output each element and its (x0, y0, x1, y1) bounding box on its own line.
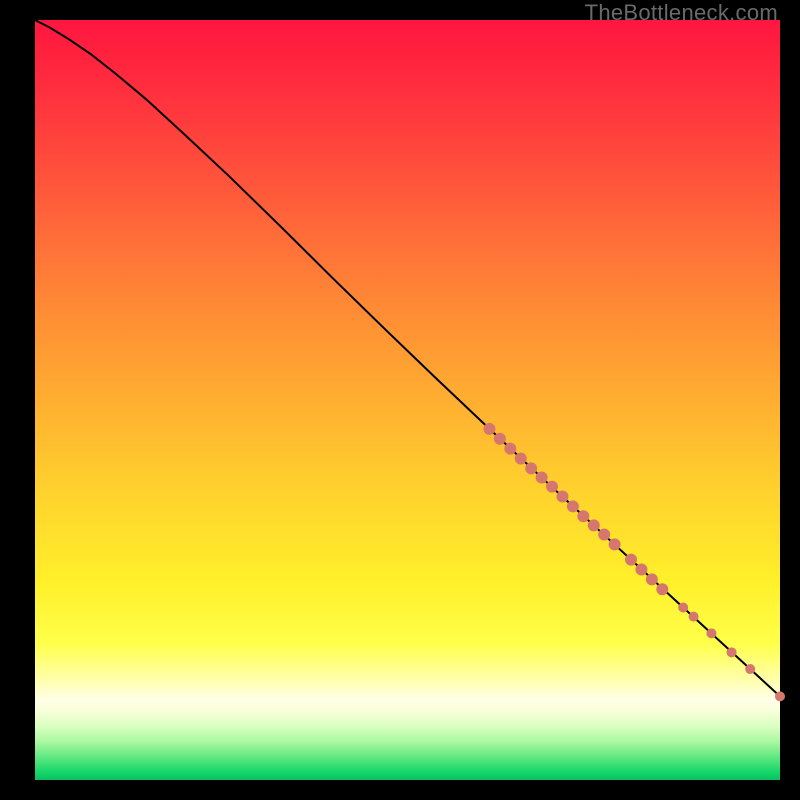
data-point (689, 612, 699, 622)
data-point (525, 462, 537, 474)
data-point (546, 481, 558, 493)
data-point (504, 443, 516, 455)
data-point (656, 583, 668, 595)
chart-svg (35, 20, 780, 780)
chart-stage: TheBottleneck.com (0, 0, 800, 800)
data-point (678, 602, 688, 612)
data-point (567, 500, 579, 512)
data-point (598, 529, 610, 541)
data-point (577, 510, 589, 522)
data-point (588, 519, 600, 531)
plot-area (35, 20, 780, 780)
data-point (515, 453, 527, 465)
data-point (483, 423, 495, 435)
data-point (775, 691, 785, 701)
data-point (745, 664, 755, 674)
data-point (706, 628, 716, 638)
data-point (494, 433, 506, 445)
curve-line (35, 20, 780, 696)
data-point (635, 563, 647, 575)
data-point (536, 472, 548, 484)
data-point (646, 573, 658, 585)
data-point (625, 554, 637, 566)
watermark-text: TheBottleneck.com (585, 0, 778, 26)
data-point (556, 491, 568, 503)
data-point (727, 647, 737, 657)
data-point (609, 538, 621, 550)
